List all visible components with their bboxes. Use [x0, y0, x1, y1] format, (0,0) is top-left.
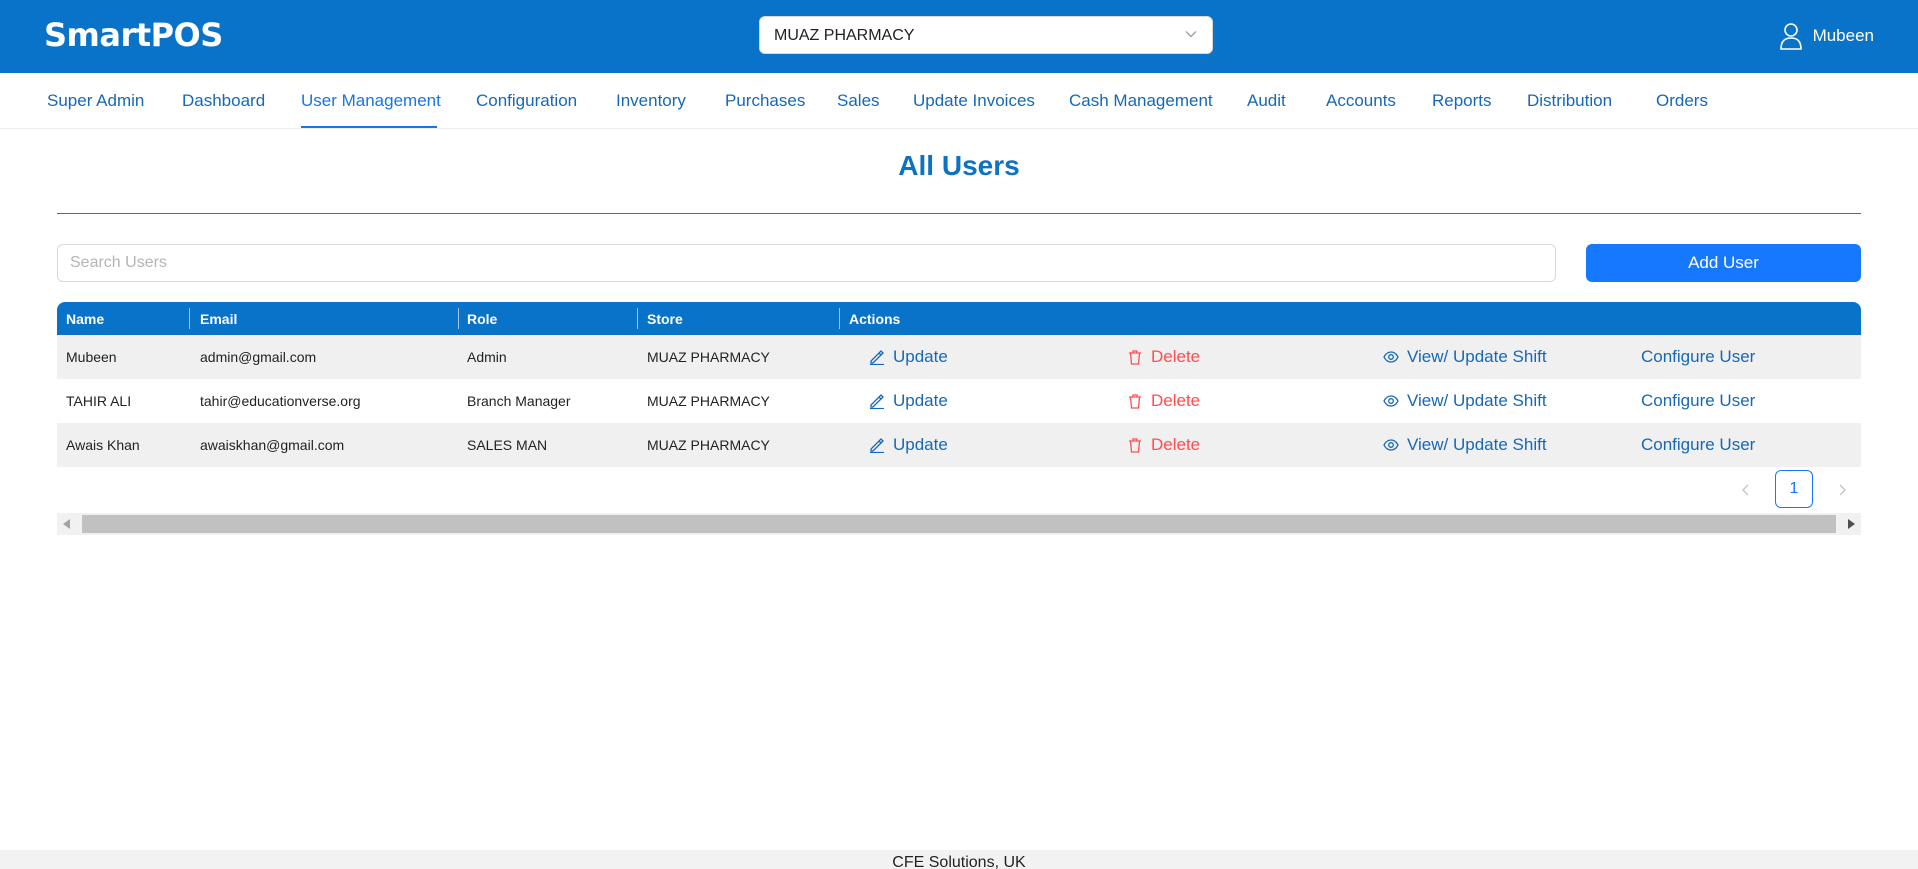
- configure-user-button[interactable]: Configure User: [1641, 435, 1755, 455]
- view-update-shift-button[interactable]: View/ Update Shift: [1383, 435, 1547, 455]
- cell-name: Mubeen: [66, 349, 117, 365]
- footer-text: CFE Solutions, UK: [892, 854, 1026, 869]
- shift-label: View/ Update Shift: [1407, 347, 1547, 366]
- view-update-shift-button[interactable]: View/ Update Shift: [1383, 347, 1547, 367]
- cell-role: SALES MAN: [467, 437, 548, 453]
- title-divider: [57, 213, 1861, 214]
- update-label: Update: [893, 391, 948, 410]
- cell-name: Awais Khan: [66, 437, 140, 453]
- shift-label: View/ Update Shift: [1407, 435, 1547, 454]
- trash-icon: [1129, 438, 1141, 453]
- eye-icon: [1383, 439, 1399, 451]
- edit-icon: [870, 394, 884, 409]
- nav-cash-management[interactable]: Cash Management: [1069, 91, 1213, 111]
- shift-label: View/ Update Shift: [1407, 391, 1547, 410]
- nav-configuration[interactable]: Configuration: [476, 91, 577, 111]
- nav-super-admin[interactable]: Super Admin: [47, 91, 144, 111]
- nav-active-indicator: [301, 126, 437, 128]
- nav-distribution[interactable]: Distribution: [1527, 91, 1612, 111]
- table-header: Name Email Role Store Actions: [57, 302, 1861, 335]
- column-header-name[interactable]: Name: [66, 311, 104, 327]
- nav-sales[interactable]: Sales: [837, 91, 880, 111]
- column-header-email[interactable]: Email: [200, 311, 237, 327]
- column-divider: [458, 308, 459, 329]
- delete-user-button[interactable]: Delete: [1127, 347, 1200, 367]
- column-divider: [839, 308, 840, 329]
- cell-email: tahir@educationverse.org: [200, 393, 361, 409]
- delete-label: Delete: [1151, 347, 1201, 366]
- cell-store: MUAZ PHARMACY: [647, 349, 770, 365]
- configure-user-button[interactable]: Configure User: [1641, 391, 1755, 411]
- user-menu[interactable]: Mubeen: [1779, 20, 1874, 52]
- user-icon: [1779, 23, 1802, 50]
- table-row: Awais Khan awaiskhan@gmail.com SALES MAN…: [57, 423, 1861, 467]
- add-user-button[interactable]: Add User: [1586, 244, 1861, 282]
- view-update-shift-button[interactable]: View/ Update Shift: [1383, 391, 1547, 411]
- update-user-button[interactable]: Update: [869, 435, 948, 455]
- store-select[interactable]: MUAZ PHARMACY: [759, 16, 1213, 54]
- delete-label: Delete: [1151, 391, 1201, 410]
- cell-store: MUAZ PHARMACY: [647, 437, 770, 453]
- scroll-left-icon[interactable]: [63, 519, 70, 529]
- table-horizontal-scrollbar[interactable]: [57, 513, 1861, 535]
- scroll-right-icon[interactable]: [1848, 519, 1855, 529]
- nav-user-management[interactable]: User Management: [301, 91, 441, 111]
- cell-email: awaiskhan@gmail.com: [200, 437, 345, 453]
- eye-icon: [1383, 351, 1399, 363]
- update-user-button[interactable]: Update: [869, 391, 948, 411]
- column-divider: [189, 308, 190, 329]
- cell-name: TAHIR ALI: [66, 393, 132, 409]
- nav-audit[interactable]: Audit: [1247, 91, 1286, 111]
- main-nav: Super Admin Dashboard User Management Co…: [0, 73, 1918, 129]
- store-select-value: MUAZ PHARMACY: [774, 27, 915, 44]
- table-row: TAHIR ALI tahir@educationverse.org Branc…: [57, 379, 1861, 423]
- users-table: Name Email Role Store Actions Mubeen adm…: [57, 302, 1861, 467]
- scrollbar-thumb[interactable]: [82, 515, 1836, 533]
- pagination-prev-icon[interactable]: [1740, 483, 1752, 497]
- brand-logo[interactable]: SmartPOS: [44, 16, 223, 54]
- update-label: Update: [893, 347, 948, 366]
- pagination-next-icon[interactable]: [1836, 483, 1848, 497]
- edit-icon: [870, 438, 884, 453]
- column-header-store[interactable]: Store: [647, 311, 683, 327]
- column-divider: [637, 308, 638, 329]
- cell-role: Branch Manager: [467, 393, 571, 409]
- pagination-page-current[interactable]: 1: [1775, 470, 1813, 508]
- page-title: All Users: [898, 150, 1020, 181]
- eye-icon: [1383, 395, 1399, 407]
- search-users-input[interactable]: [57, 244, 1556, 282]
- column-header-role[interactable]: Role: [467, 311, 497, 327]
- nav-purchases[interactable]: Purchases: [725, 91, 805, 111]
- configure-user-button[interactable]: Configure User: [1641, 347, 1755, 367]
- update-label: Update: [893, 435, 948, 454]
- table-row: Mubeen admin@gmail.com Admin MUAZ PHARMA…: [57, 335, 1861, 379]
- cell-email: admin@gmail.com: [200, 349, 317, 365]
- delete-user-button[interactable]: Delete: [1127, 435, 1200, 455]
- nav-accounts[interactable]: Accounts: [1326, 91, 1396, 111]
- nav-dashboard[interactable]: Dashboard: [182, 91, 265, 111]
- column-header-actions: Actions: [849, 311, 901, 327]
- delete-user-button[interactable]: Delete: [1127, 391, 1200, 411]
- cell-role: Admin: [467, 349, 507, 365]
- nav-reports[interactable]: Reports: [1432, 91, 1492, 111]
- edit-icon: [870, 350, 884, 365]
- trash-icon: [1129, 350, 1141, 365]
- nav-update-invoices[interactable]: Update Invoices: [913, 91, 1035, 111]
- chevron-down-icon: [1185, 31, 1197, 38]
- nav-inventory[interactable]: Inventory: [616, 91, 686, 111]
- page-footer: CFE Solutions, UK: [0, 850, 1918, 869]
- user-name: Mubeen: [1812, 26, 1874, 45]
- update-user-button[interactable]: Update: [869, 347, 948, 367]
- top-header: SmartPOS MUAZ PHARMACY Mubeen: [0, 0, 1918, 73]
- nav-orders[interactable]: Orders: [1656, 91, 1708, 111]
- trash-icon: [1129, 394, 1141, 409]
- delete-label: Delete: [1151, 435, 1201, 454]
- cell-store: MUAZ PHARMACY: [647, 393, 770, 409]
